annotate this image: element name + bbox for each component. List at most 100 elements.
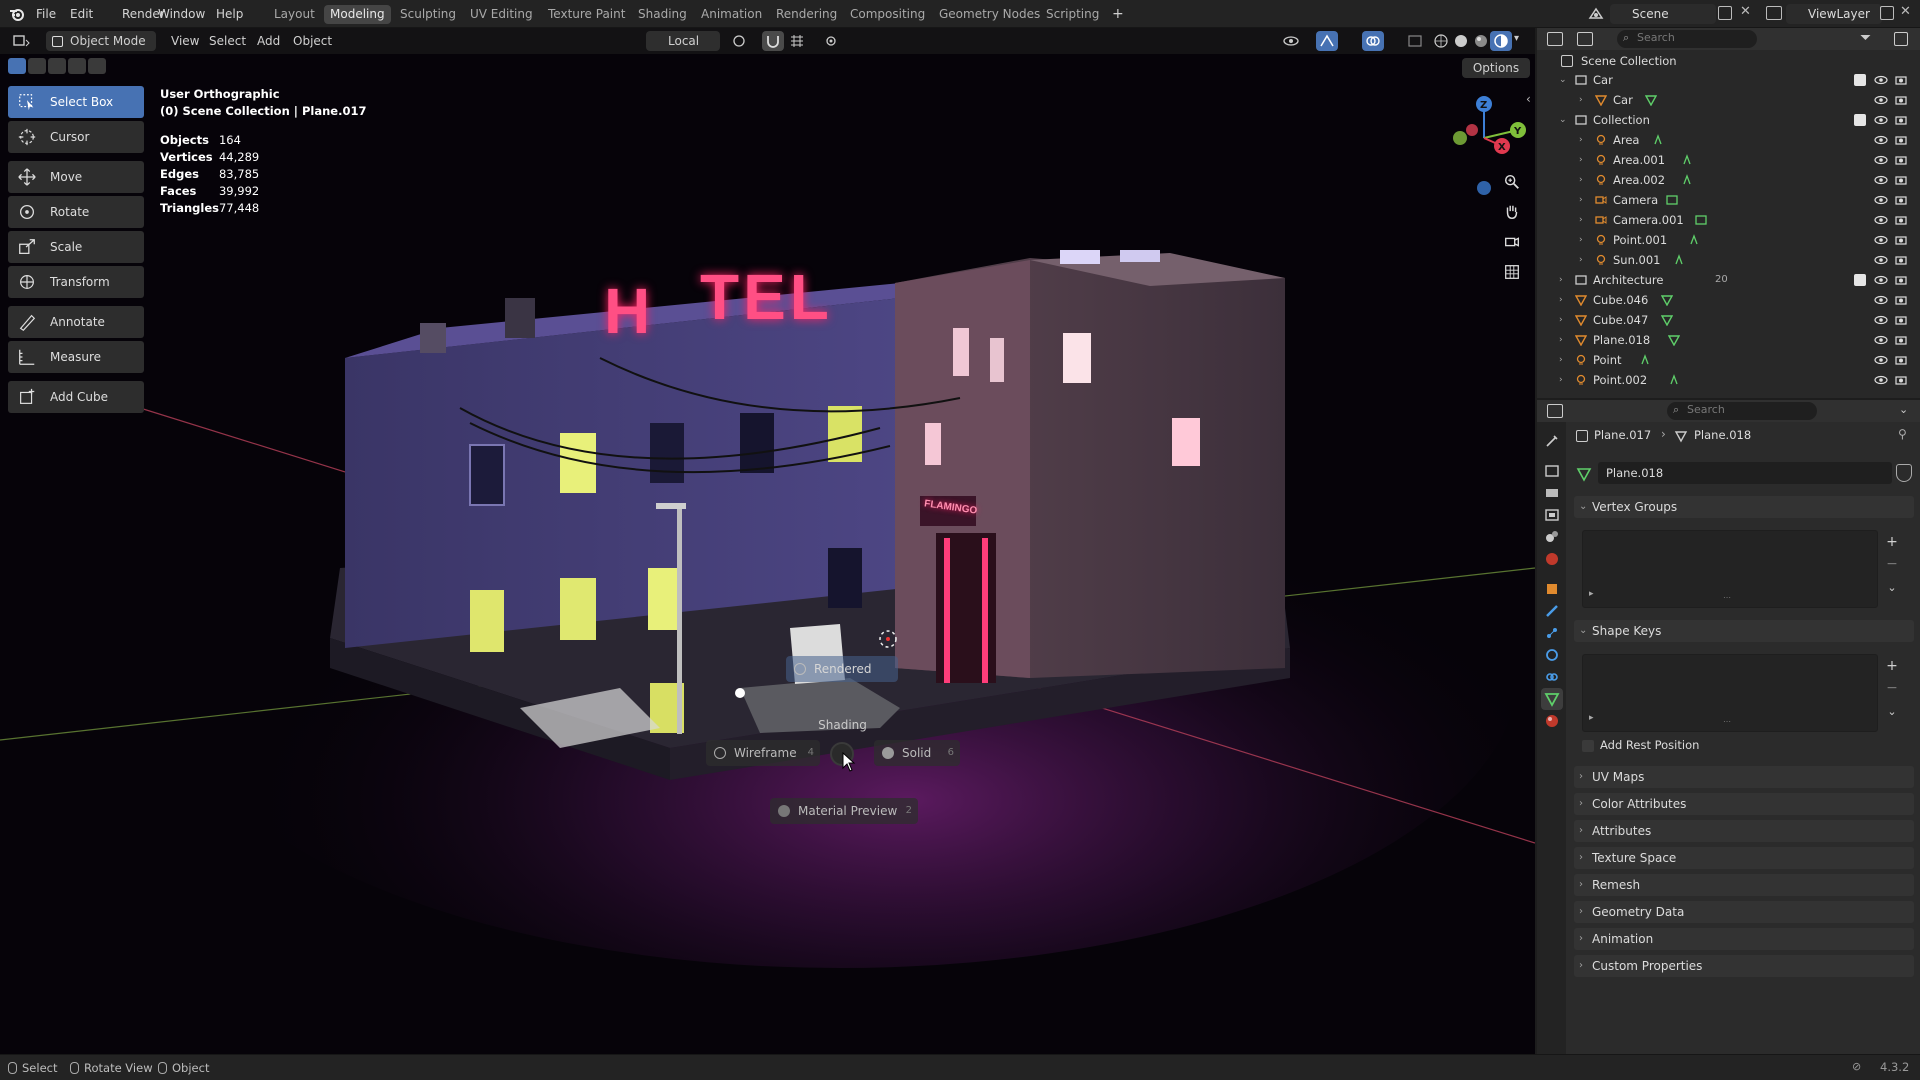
filter-icon[interactable]: ⏷	[1860, 30, 1871, 46]
visibility-icon[interactable]	[1280, 31, 1302, 51]
object-tab-icon[interactable]	[1541, 578, 1563, 600]
tab-uv-editing[interactable]: UV Editing	[464, 5, 539, 24]
expand-arrow-icon[interactable]: ›	[1579, 250, 1589, 270]
new-collection-icon[interactable]	[1894, 32, 1908, 46]
perspective-grid-icon[interactable]	[1500, 260, 1524, 284]
render-tab-icon[interactable]	[1541, 460, 1563, 482]
object-data-icon[interactable]	[1695, 214, 1707, 226]
visibility-eye-icon[interactable]	[1874, 94, 1888, 106]
expand-arrow-icon[interactable]: ⌄	[1559, 70, 1569, 90]
render-camera-icon[interactable]	[1895, 134, 1907, 146]
object-data-icon[interactable]	[1668, 374, 1680, 386]
menu-file[interactable]: File	[32, 5, 60, 23]
tab-scripting[interactable]: Scripting	[1040, 5, 1105, 24]
xray-icon[interactable]	[1404, 31, 1426, 51]
expand-arrow-icon[interactable]: ›	[1579, 130, 1589, 150]
visibility-eye-icon[interactable]	[1874, 254, 1888, 266]
fake-user-shield-icon[interactable]	[1896, 464, 1912, 482]
menu-window[interactable]: Window	[154, 5, 209, 23]
object-data-icon[interactable]	[1639, 354, 1651, 366]
visibility-eye-icon[interactable]	[1874, 374, 1888, 386]
select-mode-subtract-icon[interactable]	[48, 58, 66, 74]
expand-arrow-icon[interactable]: ›	[1579, 150, 1589, 170]
expand-arrow-icon[interactable]: ›	[1559, 310, 1569, 330]
tab-layout[interactable]: Layout	[268, 5, 321, 24]
snap-icon[interactable]	[762, 31, 784, 51]
properties-options-icon[interactable]: ⌄	[1899, 403, 1908, 416]
scene-close-icon[interactable]: ✕	[1740, 4, 1751, 19]
constraints-tab-icon[interactable]	[1541, 666, 1563, 688]
outliner-item[interactable]: › Point.001	[1537, 230, 1920, 250]
object-data-icon[interactable]	[1688, 234, 1700, 246]
shading-rendered-icon[interactable]	[1490, 31, 1512, 51]
outliner-root[interactable]: Scene Collection	[1537, 51, 1920, 71]
tab-compositing[interactable]: Compositing	[844, 5, 931, 24]
pie-material-preview[interactable]: Material Preview 2	[770, 798, 918, 824]
snap-grid-icon[interactable]	[786, 31, 808, 51]
tool-add-cube[interactable]: Add Cube	[8, 381, 144, 413]
proportional-edit-icon[interactable]	[820, 31, 842, 51]
shading-solid-icon[interactable]	[1450, 31, 1472, 51]
select-mode-invert-icon[interactable]	[68, 58, 86, 74]
mesh-data-icon[interactable]	[1576, 466, 1592, 482]
render-camera-icon[interactable]	[1895, 74, 1907, 86]
exclude-checkbox[interactable]	[1854, 114, 1866, 126]
visibility-eye-icon[interactable]	[1874, 234, 1888, 246]
shape-key-specials-icon[interactable]: ⌄	[1882, 702, 1902, 722]
new-viewlayer-icon[interactable]	[1880, 6, 1894, 20]
physics-tab-icon[interactable]	[1541, 644, 1563, 666]
tab-animation[interactable]: Animation	[695, 5, 768, 24]
object-data-icon[interactable]	[1660, 314, 1673, 326]
scene-field[interactable]: Scene	[1610, 4, 1716, 24]
remove-shape-key-button[interactable]: −	[1882, 678, 1902, 698]
visibility-eye-icon[interactable]	[1874, 114, 1888, 126]
visibility-eye-icon[interactable]	[1874, 74, 1888, 86]
panel-texture-space[interactable]: › Texture Space	[1574, 847, 1914, 869]
shape-keys-list[interactable]: ▸ ⋯	[1582, 654, 1878, 732]
options-dropdown[interactable]: Options	[1462, 58, 1530, 78]
select-mode-set-icon[interactable]	[8, 58, 26, 74]
pin-icon[interactable]: ⚲	[1898, 427, 1907, 441]
outliner-item[interactable]: › Cube.047	[1537, 310, 1920, 330]
render-camera-icon[interactable]	[1895, 334, 1907, 346]
select-menu[interactable]: Select	[204, 31, 251, 51]
gizmo-toggle-icon[interactable]	[1316, 31, 1338, 51]
gizmo-neg-x-axis[interactable]	[1466, 124, 1478, 136]
output-tab-icon[interactable]	[1541, 482, 1563, 504]
collapse-sidebar-icon[interactable]: ‹	[1526, 92, 1531, 106]
expand-arrow-icon[interactable]: ›	[1579, 90, 1589, 110]
editor-type-icon[interactable]	[10, 31, 32, 51]
object-menu[interactable]: Object	[288, 31, 337, 51]
view-menu[interactable]: View	[166, 31, 204, 51]
render-camera-icon[interactable]	[1895, 154, 1907, 166]
tool-measure[interactable]: Measure	[8, 341, 144, 373]
gizmo-neg-z-axis[interactable]	[1477, 181, 1491, 195]
select-mode-intersect-icon[interactable]	[88, 58, 106, 74]
shading-dropdown-icon[interactable]: ▾	[1514, 33, 1519, 44]
visibility-eye-icon[interactable]	[1874, 194, 1888, 206]
blender-logo-icon[interactable]	[8, 5, 26, 23]
world-tab-icon[interactable]	[1541, 548, 1563, 570]
view-layer-tab-icon[interactable]	[1541, 504, 1563, 526]
outliner-item[interactable]: › Plane.018	[1537, 330, 1920, 350]
render-camera-icon[interactable]	[1895, 274, 1907, 286]
outliner-item[interactable]: › Sun.001	[1537, 250, 1920, 270]
object-data-icon[interactable]	[1667, 334, 1680, 346]
outliner-item[interactable]: ⌄ Collection	[1537, 110, 1920, 130]
outliner-item[interactable]: › Camera.001	[1537, 210, 1920, 230]
outliner-search-field[interactable]: ⌕ Search	[1617, 30, 1757, 48]
outliner-item[interactable]: › Area.001	[1537, 150, 1920, 170]
object-data-icon[interactable]	[1644, 94, 1657, 106]
visibility-eye-icon[interactable]	[1874, 154, 1888, 166]
tool-tab-icon[interactable]	[1541, 430, 1563, 452]
tool-select-box[interactable]: Select Box	[8, 86, 144, 118]
render-camera-icon[interactable]	[1895, 354, 1907, 366]
panel-animation[interactable]: › Animation	[1574, 928, 1914, 950]
data-tab-icon[interactable]	[1541, 688, 1563, 710]
properties-search-field[interactable]: ⌕ Search	[1667, 402, 1817, 420]
pie-solid[interactable]: Solid 6	[874, 740, 960, 766]
object-data-icon[interactable]	[1681, 174, 1693, 186]
outliner-item[interactable]: › Area	[1537, 130, 1920, 150]
panel-custom-properties[interactable]: › Custom Properties	[1574, 955, 1914, 977]
object-data-icon[interactable]	[1660, 294, 1673, 306]
